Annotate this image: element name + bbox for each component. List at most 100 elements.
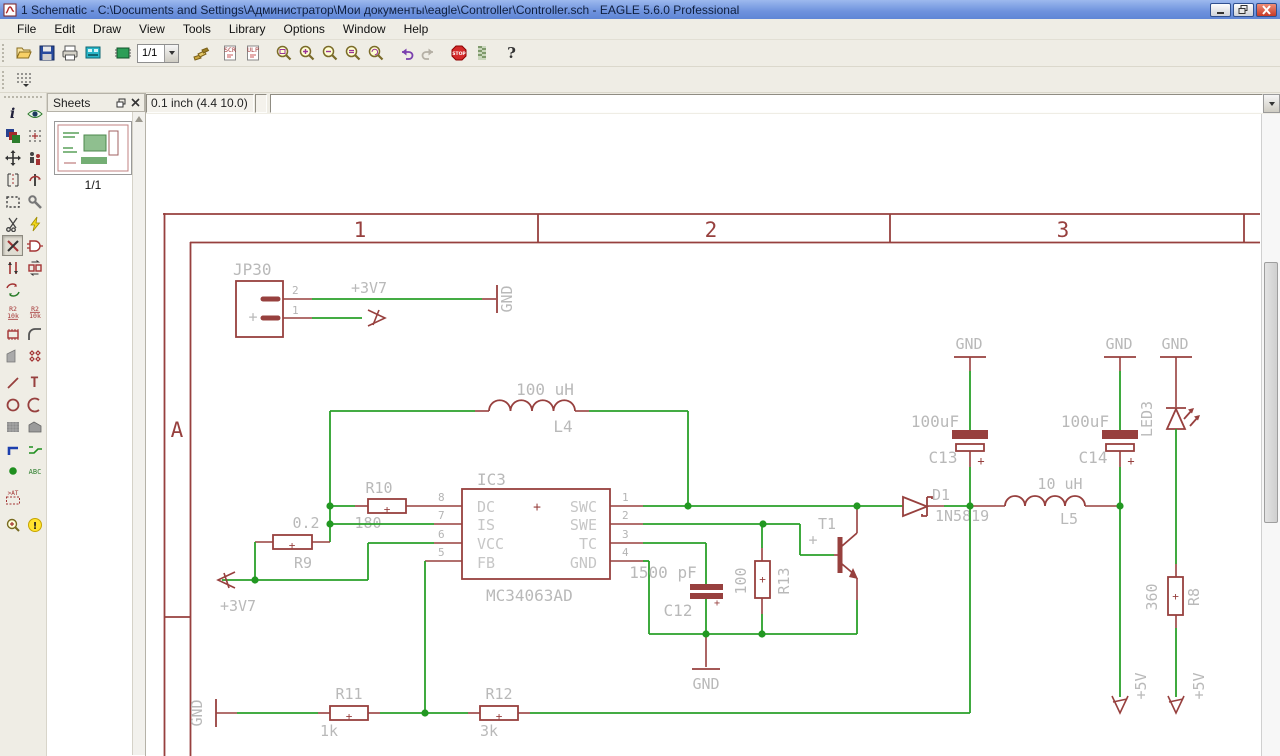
circle-tool[interactable] [2, 394, 23, 415]
restore-button[interactable] [1233, 3, 1254, 17]
display-tool[interactable] [2, 125, 23, 146]
net-jp30[interactable] [312, 299, 482, 318]
sheets-scrollbar[interactable] [132, 112, 145, 755]
cam-button[interactable] [81, 42, 104, 65]
group-tool[interactable] [2, 191, 23, 212]
menu-view[interactable]: View [130, 20, 174, 39]
net-tool[interactable] [24, 438, 45, 459]
schematic-canvas[interactable]: 1 2 3 A JP30 + 2 1 +3V7 GND 100 uH L4 [146, 114, 1261, 756]
component-r13[interactable]: + 100 R13 [732, 524, 793, 634]
gnd-symbol-c12[interactable]: GND [692, 634, 720, 693]
component-jp30[interactable]: JP30 + 2 1 [233, 260, 312, 337]
sheets-float-button[interactable] [114, 96, 128, 110]
canvas-vertical-scrollbar[interactable] [1261, 114, 1280, 756]
component-r11[interactable]: + R11 1k [318, 685, 380, 740]
zoom-redraw-button[interactable] [364, 42, 387, 65]
mark-tool[interactable] [24, 125, 45, 146]
zoom-select-button[interactable] [341, 42, 364, 65]
gnd-symbol-led3[interactable]: GND [1160, 335, 1192, 357]
sheet-selector-dropdown[interactable] [164, 45, 178, 62]
pinswap-tool[interactable] [2, 257, 23, 278]
show-tool[interactable] [24, 103, 45, 124]
wire-tool[interactable] [2, 372, 23, 393]
junction-tool[interactable] [2, 460, 23, 481]
grid-button[interactable] [12, 68, 35, 91]
info-tool[interactable]: i [2, 103, 23, 124]
gateswap-tool[interactable] [24, 257, 45, 278]
net-swe[interactable] [643, 524, 834, 555]
close-button[interactable] [1256, 3, 1277, 17]
sheet-thumbnail[interactable] [54, 121, 132, 175]
gnd-symbol-c13[interactable]: GND [954, 335, 986, 371]
command-input[interactable] [270, 94, 1263, 113]
gnd-symbol-bottom[interactable]: GND [188, 699, 237, 727]
polygon-tool[interactable] [24, 416, 45, 437]
ulp-button[interactable]: ULP [242, 42, 265, 65]
miter-corner-tool[interactable] [2, 345, 23, 366]
print-button[interactable] [58, 42, 81, 65]
label-tool[interactable]: ABC [24, 460, 45, 481]
smash-tool[interactable] [2, 279, 23, 300]
menu-window[interactable]: Window [334, 20, 395, 39]
component-t1[interactable]: T1 + [808, 506, 858, 634]
menu-library[interactable]: Library [220, 20, 275, 39]
menu-draw[interactable]: Draw [84, 20, 130, 39]
menu-help[interactable]: Help [395, 20, 438, 39]
attribute-tool[interactable]: >AT [2, 487, 23, 508]
component-ic3[interactable]: IC3 MC34063AD + 8 7 6 5 DC IS VCC FB SWC… [425, 470, 643, 605]
zoom-fit-button[interactable] [272, 42, 295, 65]
toolbar-handle-2[interactable] [2, 71, 9, 89]
delete-tool[interactable] [2, 235, 23, 256]
text-tool[interactable]: T [24, 372, 45, 393]
scrollbar-thumb[interactable] [1264, 262, 1278, 523]
toolbar-handle[interactable] [2, 44, 9, 62]
component-l5[interactable]: 10 uH L5 [970, 475, 1120, 528]
component-r12[interactable]: + R12 3k [468, 685, 530, 740]
name-tool[interactable]: R210k [24, 301, 45, 322]
copy-tool[interactable] [24, 147, 45, 168]
gnd-symbol-c14[interactable]: GND [1104, 335, 1136, 371]
redo-button[interactable] [417, 42, 440, 65]
gnd-symbol-jp30[interactable]: GND [482, 285, 516, 313]
component-c12[interactable]: 1500 pF + C12 [629, 563, 723, 634]
library-button[interactable] [189, 42, 212, 65]
board-button[interactable] [111, 42, 134, 65]
bus-tool[interactable] [2, 438, 23, 459]
menu-tools[interactable]: Tools [174, 20, 220, 39]
component-led3[interactable]: LED3 [1138, 357, 1200, 564]
palette-handle[interactable] [4, 96, 42, 100]
move-tool[interactable] [2, 147, 23, 168]
zoom-in-button[interactable] [295, 42, 318, 65]
errors-tool[interactable]: ! [24, 514, 45, 535]
supply-5v-right[interactable]: +5V [1168, 672, 1208, 713]
net-feedback-rail[interactable] [237, 506, 970, 713]
menu-file[interactable]: File [8, 20, 45, 39]
command-history-dropdown[interactable] [1263, 94, 1280, 113]
erc-tool[interactable] [2, 514, 23, 535]
zoom-out-button[interactable] [318, 42, 341, 65]
sheet-thumbnail-caption[interactable]: 1/1 [54, 178, 132, 192]
rect-tool[interactable] [2, 416, 23, 437]
menu-options[interactable]: Options [275, 20, 334, 39]
paste-tool[interactable] [24, 213, 45, 234]
net-l4[interactable] [330, 411, 688, 542]
supply-3v7-arrow-right[interactable] [368, 310, 385, 326]
value-tool[interactable]: R210k [2, 301, 23, 322]
menu-edit[interactable]: Edit [45, 20, 84, 39]
sheet-selector[interactable]: 1/1 [137, 44, 179, 63]
smash-part-tool[interactable] [2, 323, 23, 344]
minimize-button[interactable] [1210, 3, 1231, 17]
cut-tool[interactable] [2, 213, 23, 234]
undo-button[interactable] [394, 42, 417, 65]
schematic-drawing[interactable]: 1 2 3 A JP30 + 2 1 +3V7 GND 100 uH L4 [146, 114, 1261, 756]
pattern-button[interactable] [470, 42, 493, 65]
stop-button[interactable]: STOP [447, 42, 470, 65]
component-l4[interactable]: 100 uH L4 [475, 380, 589, 436]
change-tool[interactable] [24, 191, 45, 212]
net-3v7-rail[interactable] [222, 542, 434, 580]
rotate-tool[interactable] [24, 169, 45, 190]
help-button[interactable]: ? [500, 42, 523, 65]
component-r9[interactable]: + 0.2 R9 [255, 514, 330, 572]
save-button[interactable] [35, 42, 58, 65]
script-button[interactable]: SCR [219, 42, 242, 65]
